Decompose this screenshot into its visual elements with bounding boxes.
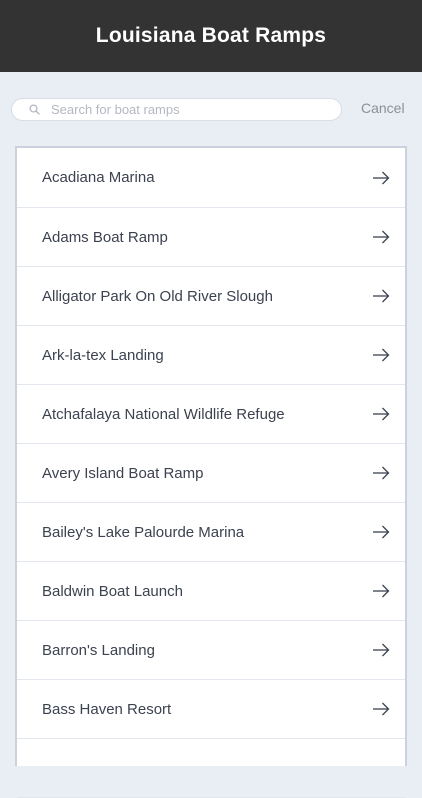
list-item-label: Bass Haven Resort <box>42 700 172 718</box>
list-item-label: Barron's Landing <box>42 641 155 659</box>
search-field[interactable] <box>11 98 342 121</box>
search-bar: Cancel <box>0 72 422 146</box>
list-item-label: Ark-la-tex Landing <box>42 346 164 364</box>
search-input[interactable] <box>51 102 321 117</box>
arrow-right-icon <box>371 347 391 363</box>
list-item[interactable]: Barron's Landing <box>17 621 405 680</box>
arrow-right-icon <box>371 524 391 540</box>
list-item[interactable]: Adams Boat Ramp <box>17 208 405 267</box>
list-item[interactable]: Baldwin Boat Launch <box>17 562 405 621</box>
arrow-right-icon <box>371 170 391 186</box>
arrow-right-icon <box>371 642 391 658</box>
list-item[interactable]: Atchafalaya National Wildlife Refuge <box>17 385 405 444</box>
list-item-label: Adams Boat Ramp <box>42 228 168 246</box>
boat-ramp-list: Acadiana Marina Adams Boat Ramp Alligato… <box>15 146 407 798</box>
list-item-label: Bailey's Lake Palourde Marina <box>42 523 245 541</box>
app-header: Louisiana Boat Ramps <box>0 0 422 72</box>
list-item-label: Alligator Park On Old River Slough <box>42 287 273 305</box>
list-item-label: Acadiana Marina <box>42 169 155 186</box>
list-item-partial[interactable] <box>17 739 405 798</box>
list-item-label: Avery Island Boat Ramp <box>42 464 204 482</box>
list-item[interactable]: Bailey's Lake Palourde Marina <box>17 503 405 562</box>
list-item[interactable]: Ark-la-tex Landing <box>17 326 405 385</box>
list-item-label: Baldwin Boat Launch <box>42 582 183 600</box>
arrow-right-icon <box>371 406 391 422</box>
arrow-right-icon <box>371 583 391 599</box>
list-item[interactable]: Acadiana Marina <box>17 148 405 208</box>
list-item[interactable]: Bass Haven Resort <box>17 680 405 739</box>
search-icon <box>27 103 41 117</box>
arrow-right-icon <box>371 465 391 481</box>
arrow-right-icon <box>371 701 391 717</box>
arrow-right-icon <box>371 229 391 245</box>
list-item[interactable]: Alligator Park On Old River Slough <box>17 267 405 326</box>
list-item[interactable]: Avery Island Boat Ramp <box>17 444 405 503</box>
cancel-button[interactable]: Cancel <box>361 100 405 116</box>
list-item-label: Atchafalaya National Wildlife Refuge <box>42 405 285 423</box>
arrow-right-icon <box>371 288 391 304</box>
page-title: Louisiana Boat Ramps <box>95 24 327 47</box>
